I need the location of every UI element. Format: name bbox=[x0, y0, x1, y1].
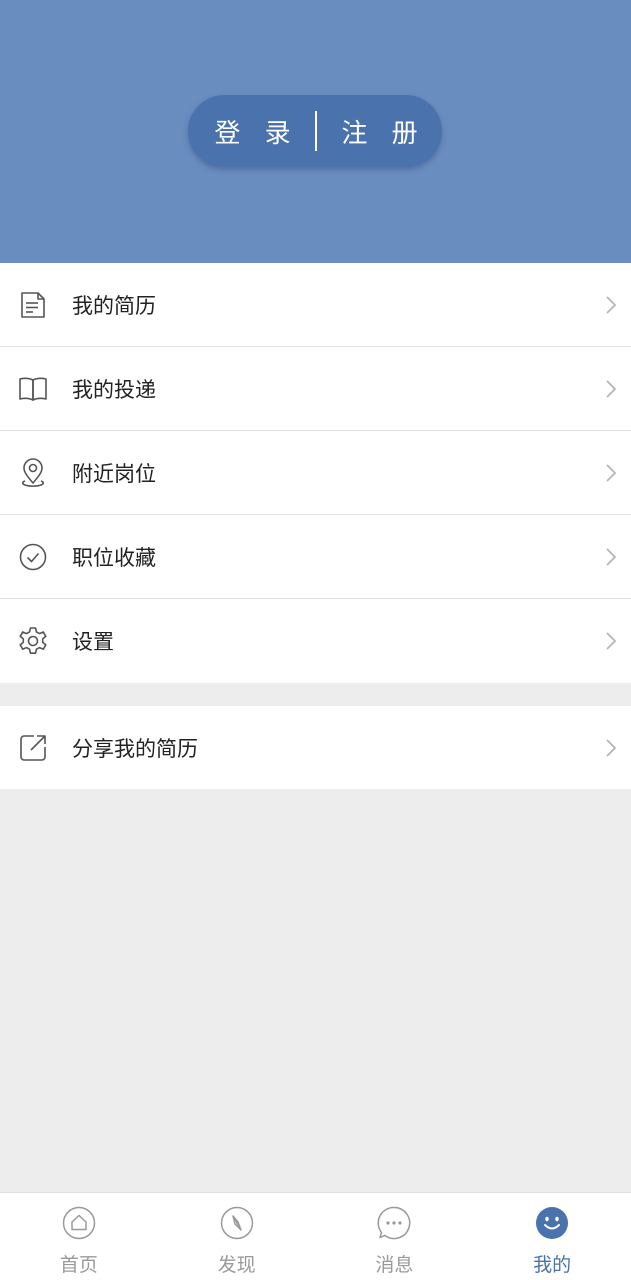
chevron-right-icon bbox=[606, 380, 617, 398]
tab-label: 我的 bbox=[533, 1254, 572, 1276]
compass-icon bbox=[220, 1206, 253, 1240]
tab-messages[interactable]: 消息 bbox=[316, 1193, 474, 1280]
open-book-icon bbox=[19, 377, 47, 401]
menu-item-my-applications[interactable]: 我的投递 bbox=[0, 347, 631, 431]
tab-mine[interactable]: 我的 bbox=[473, 1193, 631, 1280]
menu-label: 职位收藏 bbox=[72, 545, 156, 570]
profile-header: 登 录 注 册 bbox=[0, 0, 631, 263]
auth-pill: 登 录 注 册 bbox=[188, 95, 442, 167]
tab-home[interactable]: 首页 bbox=[0, 1193, 158, 1280]
gear-icon bbox=[19, 627, 47, 654]
register-button[interactable]: 注 册 bbox=[317, 95, 442, 167]
share-section: 分享我的简历 bbox=[0, 706, 631, 789]
chat-bubble-icon bbox=[377, 1206, 411, 1240]
menu-item-share-resume[interactable]: 分享我的简历 bbox=[0, 706, 631, 789]
tab-discover[interactable]: 发现 bbox=[158, 1193, 316, 1280]
tab-label: 首页 bbox=[59, 1254, 98, 1276]
smiley-icon bbox=[536, 1207, 569, 1239]
menu-label: 附近岗位 bbox=[72, 461, 156, 486]
menu-label: 分享我的简历 bbox=[72, 736, 198, 761]
menu-item-settings[interactable]: 设置 bbox=[0, 599, 631, 683]
profile-menu: 我的简历 我的投递 附近岗位 职位收藏 设置 bbox=[0, 263, 631, 683]
chevron-right-icon bbox=[606, 296, 617, 314]
tab-label: 发现 bbox=[217, 1254, 256, 1276]
tab-label: 消息 bbox=[375, 1254, 414, 1276]
menu-label: 我的简历 bbox=[72, 293, 156, 318]
profile-page: 登 录 注 册 我的简历 我的投递 附近岗位 职位收藏 设置 分享我的简历 首页… bbox=[0, 0, 631, 1280]
chevron-right-icon bbox=[606, 464, 617, 482]
home-icon bbox=[62, 1206, 96, 1240]
menu-item-nearby-jobs[interactable]: 附近岗位 bbox=[0, 431, 631, 515]
check-circle-icon bbox=[19, 543, 47, 571]
share-external-icon bbox=[20, 735, 46, 761]
menu-item-saved-jobs[interactable]: 职位收藏 bbox=[0, 515, 631, 599]
menu-label: 我的投递 bbox=[72, 377, 156, 402]
chevron-right-icon bbox=[606, 632, 617, 650]
menu-label: 设置 bbox=[72, 630, 114, 654]
resume-doc-icon bbox=[21, 292, 45, 318]
menu-item-my-resume[interactable]: 我的简历 bbox=[0, 263, 631, 347]
location-pin-icon bbox=[21, 458, 45, 487]
chevron-right-icon bbox=[606, 548, 617, 566]
bottom-tab-bar: 首页 发现 消息 我的 bbox=[0, 1192, 631, 1280]
login-button[interactable]: 登 录 bbox=[188, 95, 315, 167]
chevron-right-icon bbox=[606, 739, 617, 757]
